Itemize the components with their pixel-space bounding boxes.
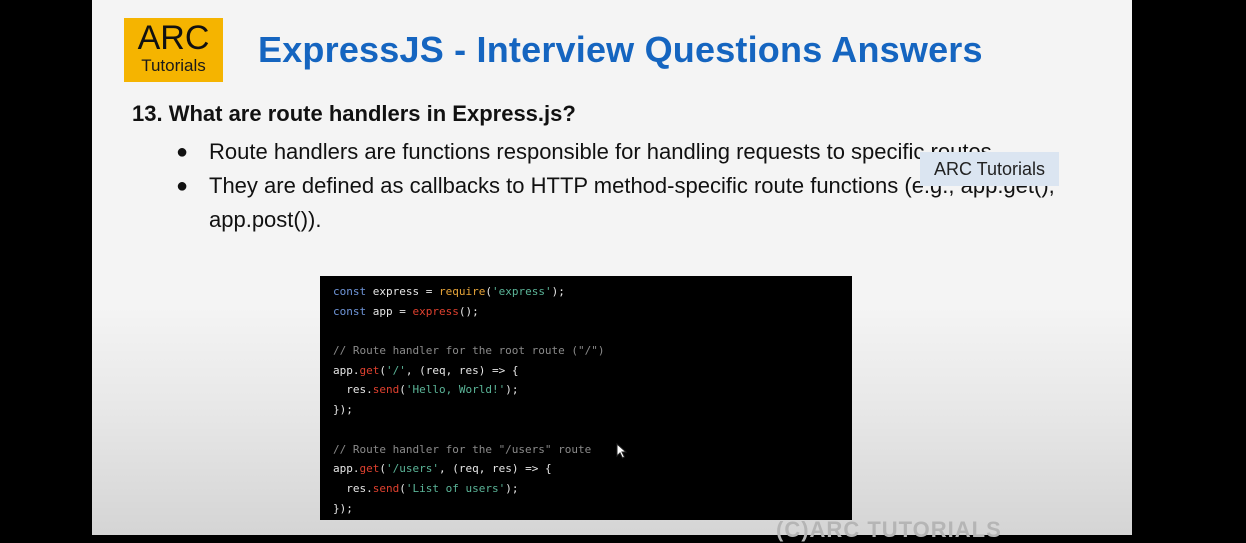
- question-heading: 13. What are route handlers in Express.j…: [132, 101, 576, 126]
- copyright-footer: (C)ARC TUTORIALS: [776, 517, 1002, 542]
- arc-tutorials-logo: ARC Tutorials: [124, 18, 223, 82]
- code-comment: // Route handler for the root route ("/"…: [333, 344, 605, 358]
- mouse-pointer-icon: [616, 443, 628, 459]
- slide: ARC Tutorials ExpressJS - Interview Ques…: [92, 0, 1132, 542]
- code-line: });: [333, 501, 353, 515]
- bullet-dot-icon: ●: [176, 175, 189, 197]
- answer-bullets: ● Route handlers are functions responsib…: [176, 135, 1076, 237]
- logo-sub-text: Tutorials: [141, 56, 206, 75]
- code-line: const app = express();: [333, 304, 479, 318]
- code-line: res.send('List of users');: [333, 481, 519, 495]
- logo-main-text: ARC: [137, 19, 210, 57]
- code-line: app.get('/', (req, res) => {: [333, 363, 519, 377]
- bullet-dot-icon: ●: [176, 141, 189, 163]
- code-line: });: [333, 403, 353, 417]
- channel-watermark-badge: ARC Tutorials: [920, 152, 1059, 186]
- code-line: res.send('Hello, World!');: [333, 383, 519, 397]
- code-line: const express = require('express');: [333, 285, 565, 298]
- slide-title: ExpressJS - Interview Questions Answers: [258, 29, 983, 70]
- code-comment: // Route handler for the "/users" route: [333, 442, 592, 456]
- code-snippet: const express = require('express'); cons…: [320, 276, 852, 520]
- code-line: app.get('/users', (req, res) => {: [333, 462, 552, 476]
- bullet-text: Route handlers are functions responsible…: [209, 139, 998, 164]
